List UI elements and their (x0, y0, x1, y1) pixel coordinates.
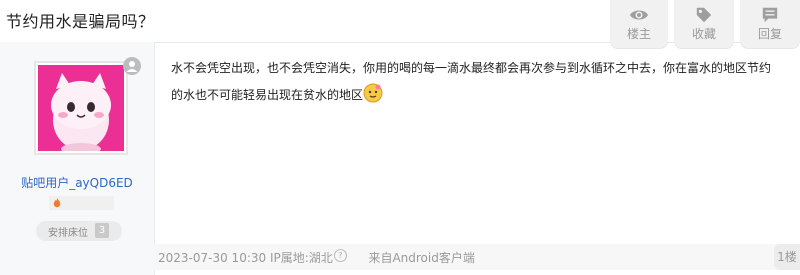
avatar[interactable] (38, 65, 124, 151)
level-badge[interactable]: 安排床位 3 (36, 221, 122, 241)
favorite-label: 收藏 (691, 27, 716, 41)
eye-icon (630, 10, 648, 20)
author-badges (49, 196, 114, 210)
comment-icon (762, 7, 778, 23)
post-text: 水不会凭空出现，也不会凭空消失，你用的喝的每一滴水最终都会再次参与到水循环之中去… (171, 61, 772, 102)
floor-number: 1楼 (774, 244, 800, 270)
avatar-image (38, 65, 124, 151)
reply-button[interactable]: 回复 (740, 0, 800, 48)
thread-header: 节约用水是骗局吗？ 楼主 收藏 回复 (0, 0, 800, 48)
level-number: 3 (95, 223, 109, 238)
post-meta: 2023-07-30 10:30 IP属地:湖北? 来自Android客户端 (158, 249, 475, 266)
author-panel: 贴吧用户_ayQD6ED 安排床位 3 (0, 42, 155, 275)
author-name-link[interactable]: 贴吧用户_ayQD6ED (0, 174, 154, 191)
post-source: 来自Android客户端 (368, 251, 475, 265)
thread-title: 节约用水是骗局吗？ (6, 12, 155, 31)
post-date: 2023-07-30 10:30 (158, 251, 267, 265)
post-content: 水不会凭空出现，也不会凭空消失，你用的喝的每一滴水最终都会再次参与到水循环之中去… (171, 55, 781, 109)
only-op-label: 楼主 (626, 27, 651, 41)
cute-face-emoji-icon (363, 83, 383, 103)
avatar-frame[interactable] (34, 61, 128, 155)
post-ip: IP属地:湖北 (269, 251, 333, 265)
favorite-button[interactable]: 收藏 (674, 0, 734, 48)
only-op-button[interactable]: 楼主 (610, 0, 668, 48)
level-title: 安排床位 (48, 228, 88, 239)
thread-actions: 楼主 收藏 回复 (610, 0, 800, 52)
help-icon[interactable]: ? (333, 249, 347, 262)
user-icon (123, 57, 141, 75)
post-footer: 2023-07-30 10:30 IP属地:湖北? 来自Android客户端 1… (154, 244, 800, 270)
flame-icon (53, 198, 61, 208)
reply-label: 回复 (757, 27, 782, 41)
tag-icon (696, 7, 712, 23)
